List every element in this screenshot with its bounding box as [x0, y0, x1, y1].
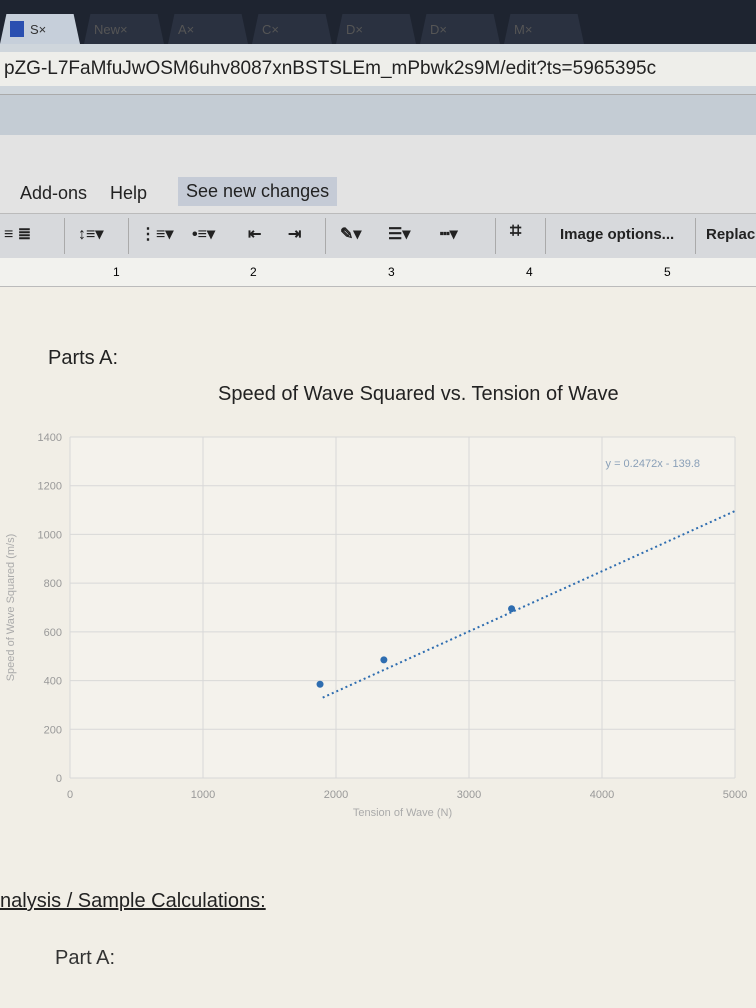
ruler[interactable]: 1 2 3 4 5	[0, 258, 756, 287]
document-page[interactable]: Parts A: Speed of Wave Squared vs. Tensi…	[0, 287, 756, 1008]
border-color-icon[interactable]: ✎▾	[340, 224, 361, 244]
toolbar: ≡ ≣ ↕≡▾ ⋮≡▾ •≡▾ ⇤ ⇥ ✎▾ ☰▾ ┅▾ ⌗ Image opt…	[0, 213, 756, 259]
close-tab-icon[interactable]: ×	[39, 22, 47, 37]
docs-icon	[10, 21, 24, 37]
x-tick-label: 1000	[191, 789, 215, 801]
y-tick-label: 400	[44, 676, 62, 688]
url-input[interactable]: pZG-L7FaMfuJwOSM6uhv8087xnBSTSLEm_mPbwk2…	[0, 52, 756, 86]
tab-label: A	[178, 21, 187, 37]
bulleted-list-icon[interactable]: •≡▾	[192, 224, 215, 244]
x-axis-label: Tension of Wave (N)	[353, 807, 452, 819]
ruler-mark: 4	[526, 265, 533, 279]
tab-label: D	[346, 21, 356, 37]
menu-bar: Add-ons Help See new changes	[0, 135, 756, 213]
y-tick-label: 1400	[38, 432, 62, 444]
y-tick-label: 0	[56, 773, 62, 785]
crop-icon[interactable]: ⌗	[510, 220, 521, 243]
chart-title: Speed of Wave Squared vs. Tension of Wav…	[218, 383, 619, 405]
tab-label: C	[262, 21, 272, 37]
y-tick-label: 1000	[38, 529, 62, 541]
see-new-changes-button[interactable]: See new changes	[178, 177, 338, 206]
align-justify-icon[interactable]: ≡ ≣	[4, 224, 31, 244]
close-tab-icon[interactable]: ×	[187, 22, 195, 37]
decrease-indent-icon[interactable]: ⇤	[248, 224, 261, 244]
y-tick-label: 800	[44, 578, 62, 590]
close-tab-icon[interactable]: ×	[525, 22, 533, 37]
y-tick-label: 200	[44, 724, 62, 736]
border-weight-icon[interactable]: ☰▾	[388, 224, 410, 244]
tab-label: M	[514, 21, 525, 37]
y-axis-label: Speed of Wave Squared (m/s)	[5, 534, 17, 682]
data-point	[316, 680, 324, 688]
line-spacing-icon[interactable]: ↕≡▾	[78, 224, 103, 244]
parts-heading: Parts A:	[48, 347, 119, 369]
ruler-mark: 5	[664, 265, 671, 279]
replace-image-button[interactable]: Replac	[706, 226, 755, 243]
x-tick-label: 3000	[457, 789, 481, 801]
y-tick-label: 600	[44, 627, 62, 639]
close-tab-icon[interactable]: ×	[120, 22, 128, 37]
docs-header	[0, 95, 756, 135]
x-tick-label: 5000	[723, 789, 747, 801]
plot-area	[70, 437, 735, 778]
close-tab-icon[interactable]: ×	[439, 22, 447, 37]
address-bar: pZG-L7FaMfuJwOSM6uhv8087xnBSTSLEm_mPbwk2…	[0, 44, 756, 95]
numbered-list-icon[interactable]: ⋮≡▾	[140, 224, 173, 244]
close-tab-icon[interactable]: ×	[355, 22, 363, 37]
x-tick-label: 2000	[324, 789, 348, 801]
data-point	[380, 656, 388, 664]
y-tick-label: 1200	[38, 481, 62, 493]
ruler-mark: 2	[250, 265, 257, 279]
chart[interactable]: 0 200 400 600 800 1000 1200 1400 0 1000 2000 3000 40…	[0, 417, 756, 877]
image-options-button[interactable]: Image options...	[560, 226, 674, 243]
browser-tab[interactable]: M ×	[504, 14, 584, 44]
increase-indent-icon[interactable]: ⇥	[288, 224, 301, 244]
browser-tab[interactable]: C ×	[252, 14, 332, 44]
x-tick-label: 4000	[590, 789, 614, 801]
ruler-mark: 3	[388, 265, 395, 279]
browser-tab-bar: S × New × A × C × D × D × M ×	[0, 0, 756, 44]
menu-addons[interactable]: Add-ons	[20, 183, 87, 204]
trendline-equation: y = 0.2472x - 139.8	[606, 458, 700, 470]
part-a-label: Part A:	[55, 947, 116, 969]
close-tab-icon[interactable]: ×	[271, 22, 279, 37]
ruler-mark: 1	[113, 265, 120, 279]
x-tick-label: 0	[67, 789, 73, 801]
tab-label: New	[94, 21, 121, 37]
data-point	[508, 605, 516, 613]
tab-label: D	[430, 21, 440, 37]
browser-tab[interactable]: New ×	[84, 14, 164, 44]
browser-tab[interactable]: A ×	[168, 14, 248, 44]
menu-help[interactable]: Help	[110, 183, 147, 204]
browser-tab[interactable]: S ×	[0, 14, 80, 44]
browser-tab[interactable]: D ×	[336, 14, 416, 44]
browser-tab[interactable]: D ×	[420, 14, 500, 44]
analysis-heading: nalysis / Sample Calculations:	[0, 890, 266, 912]
tab-label: S	[30, 21, 39, 37]
border-dash-icon[interactable]: ┅▾	[440, 224, 458, 244]
